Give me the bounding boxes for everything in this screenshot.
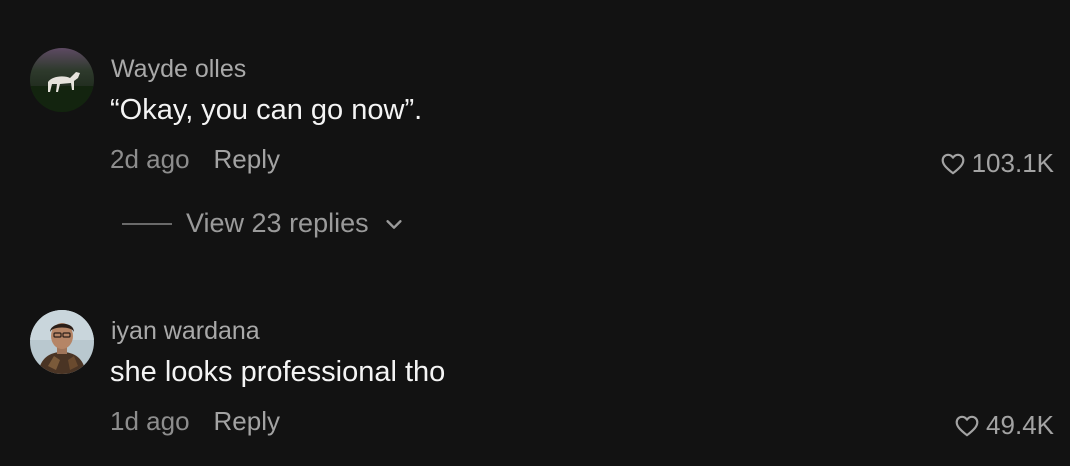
- comment-username[interactable]: iyan wardana: [111, 317, 260, 346]
- reply-button[interactable]: Reply: [214, 144, 280, 175]
- view-replies-label: View 23 replies: [186, 208, 369, 238]
- comment-username[interactable]: Wayde olles: [111, 55, 246, 84]
- avatar[interactable]: [30, 48, 94, 112]
- comment-text: “Okay, you can go now”.: [110, 94, 423, 126]
- comment-text: she looks professional tho: [110, 356, 446, 388]
- replies-divider: [122, 222, 172, 225]
- comment-meta: 1d ago Reply: [110, 406, 280, 437]
- like-button[interactable]: 103.1K: [940, 148, 1054, 179]
- avatar-horse-image: [30, 48, 94, 112]
- heart-outline-icon: [941, 153, 964, 174]
- comment-timestamp: 2d ago: [110, 144, 190, 174]
- view-replies-button[interactable]: View 23 replies: [122, 208, 405, 239]
- reply-button[interactable]: Reply: [214, 406, 280, 437]
- chevron-down-icon: [386, 219, 402, 229]
- avatar-person-image: [30, 310, 94, 374]
- avatar[interactable]: [30, 310, 94, 374]
- comment-meta: 2d ago Reply: [110, 144, 280, 175]
- like-count: 103.1K: [971, 148, 1054, 178]
- like-button[interactable]: 49.4K: [954, 410, 1054, 441]
- heart-outline-icon: [955, 415, 979, 436]
- like-count: 49.4K: [986, 410, 1054, 440]
- comment-timestamp: 1d ago: [110, 406, 190, 436]
